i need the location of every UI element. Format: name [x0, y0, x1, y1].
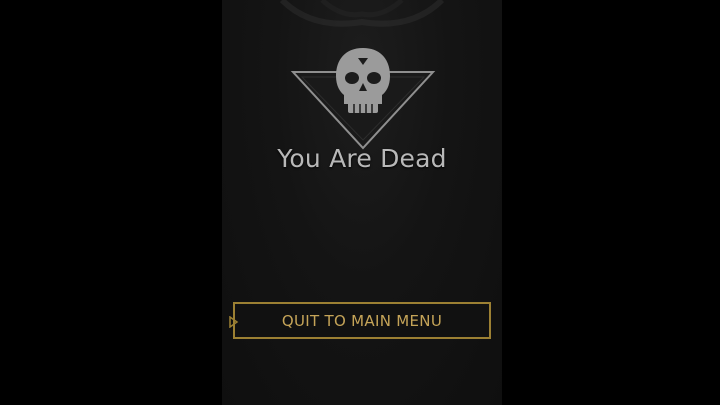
quit-button-label: QUIT TO MAIN MENU — [281, 311, 443, 330]
death-panel: You Are Dead QUIT TO MAIN MENU — [222, 0, 502, 405]
death-screen: You Are Dead QUIT TO MAIN MENU — [0, 0, 720, 405]
selector-arrow-icon — [229, 316, 239, 328]
quit-to-main-menu-button[interactable]: QUIT TO MAIN MENU — [233, 302, 491, 339]
skull-triangle-icon — [290, 48, 436, 150]
death-title: You Are Dead — [277, 144, 447, 173]
